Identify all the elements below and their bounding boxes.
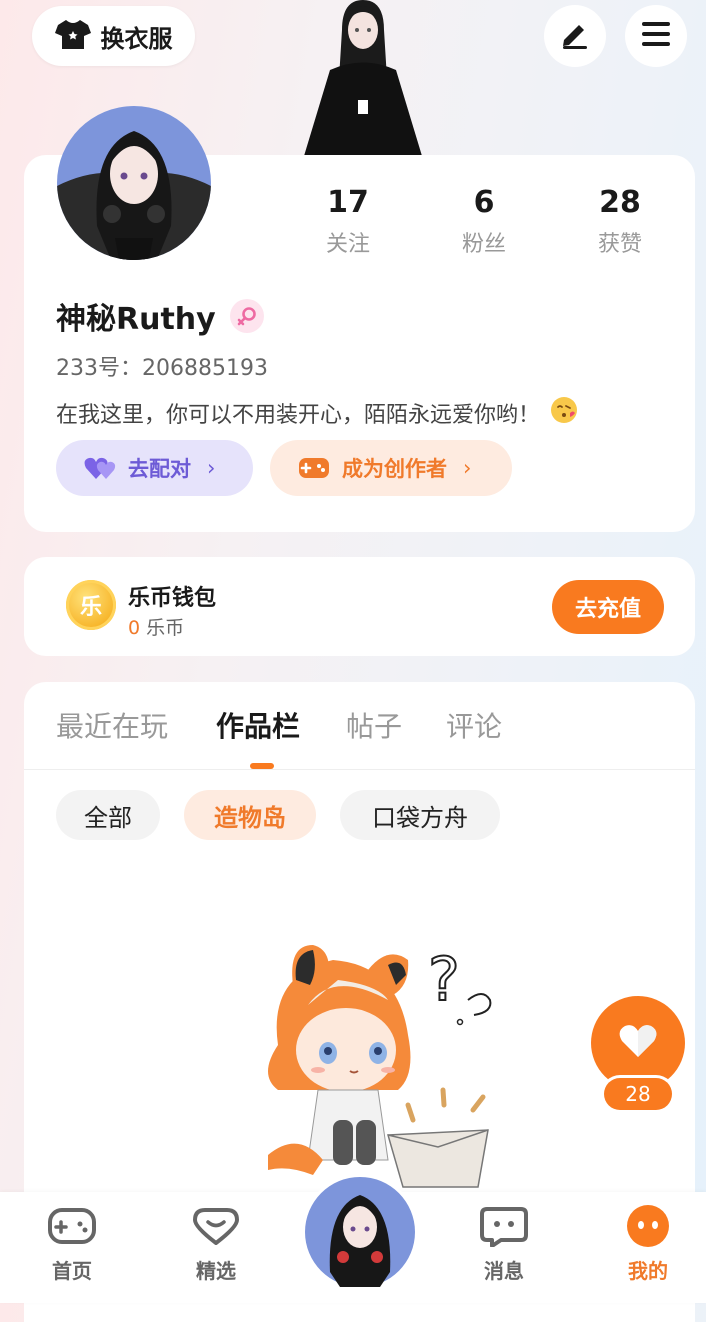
heart-icon [618, 1023, 658, 1063]
wallet-amount: 0 [128, 617, 141, 639]
stat-fans-value: 6 [473, 185, 495, 220]
stat-fans-label: 粉丝 [461, 232, 506, 257]
chip-creation-island[interactable]: 造物岛 [184, 790, 316, 840]
avatar[interactable] [57, 106, 211, 260]
match-button[interactable]: 去配对 › [56, 440, 253, 496]
recharge-button[interactable]: 去充值 [552, 580, 664, 634]
gamepad-icon [298, 455, 330, 481]
tab-posts[interactable]: 帖子 [346, 705, 402, 745]
avatar-figure-image [300, 0, 426, 156]
profile-name-row: 神秘Ruthy [56, 294, 264, 338]
stat-likes-value: 28 [599, 185, 641, 220]
nav-home-label: 首页 [52, 1259, 92, 1283]
gamepad-icon [47, 1205, 97, 1251]
like-button[interactable] [591, 996, 685, 1090]
face-icon [625, 1205, 671, 1251]
nav-featured[interactable]: 精选 [166, 1205, 266, 1284]
hearts-icon [84, 455, 118, 481]
nav-featured-label: 精选 [196, 1259, 236, 1283]
nav-messages-label: 消息 [484, 1259, 524, 1283]
shirt-icon [54, 18, 91, 54]
chevron-right-icon: › [207, 456, 216, 480]
nav-home[interactable]: 首页 [22, 1205, 122, 1284]
wallet-balance: 0 乐币 [128, 613, 184, 640]
empty-state-illustration: ? [238, 925, 508, 1192]
stat-likes[interactable]: 28 获赞 [560, 186, 680, 258]
chat-bubble-icon [479, 1205, 529, 1251]
stat-likes-label: 获赞 [597, 232, 642, 257]
wallet-unit: 乐币 [146, 617, 185, 639]
profile-bio-row: 在我这里，你可以不用装开心，陌陌永远爱你哟！ [56, 396, 578, 430]
stat-following-label: 关注 [325, 232, 370, 257]
chevron-right-icon: › [463, 456, 472, 480]
tab-works[interactable]: 作品栏 [216, 705, 300, 745]
kiss-emoji-icon [550, 396, 578, 430]
change-outfit-button[interactable]: 换衣服 [32, 6, 195, 66]
tab-divider [24, 769, 695, 770]
like-count-badge: 28 [604, 1078, 672, 1110]
female-gender-icon [229, 299, 264, 333]
chip-pocket-ark[interactable]: 口袋方舟 [340, 790, 500, 840]
profile-bio: 在我这里，你可以不用装开心，陌陌永远爱你哟！ [56, 403, 541, 428]
stat-following-value: 17 [327, 185, 369, 220]
pen-icon [559, 18, 591, 54]
tab-comments[interactable]: 评论 [446, 705, 502, 745]
stat-following[interactable]: 17 关注 [288, 186, 408, 258]
change-outfit-label: 换衣服 [100, 24, 173, 53]
tab-recent-played[interactable]: 最近在玩 [56, 705, 168, 745]
edit-button[interactable] [544, 5, 606, 67]
nav-me-label: 我的 [628, 1259, 668, 1283]
become-creator-button[interactable]: 成为创作者 › [270, 440, 512, 496]
match-label: 去配对 [128, 457, 191, 481]
wallet-title: 乐币钱包 [128, 586, 217, 611]
svg-text:?: ? [428, 945, 460, 1015]
chip-all[interactable]: 全部 [56, 790, 160, 840]
lebi-coin-icon: 乐 [66, 580, 116, 630]
profile-uid: 233号：206885193 [56, 356, 268, 381]
stat-fans[interactable]: 6 粉丝 [424, 186, 544, 258]
profile-name: 神秘Ruthy [56, 302, 216, 337]
hamburger-icon [640, 20, 672, 52]
nav-center-avatar[interactable] [302, 1174, 418, 1290]
menu-button[interactable] [625, 5, 687, 67]
nav-messages[interactable]: 消息 [454, 1205, 554, 1284]
nav-me[interactable]: 我的 [598, 1205, 698, 1284]
creator-label: 成为创作者 [342, 457, 447, 481]
heart-outline-icon [191, 1205, 241, 1251]
